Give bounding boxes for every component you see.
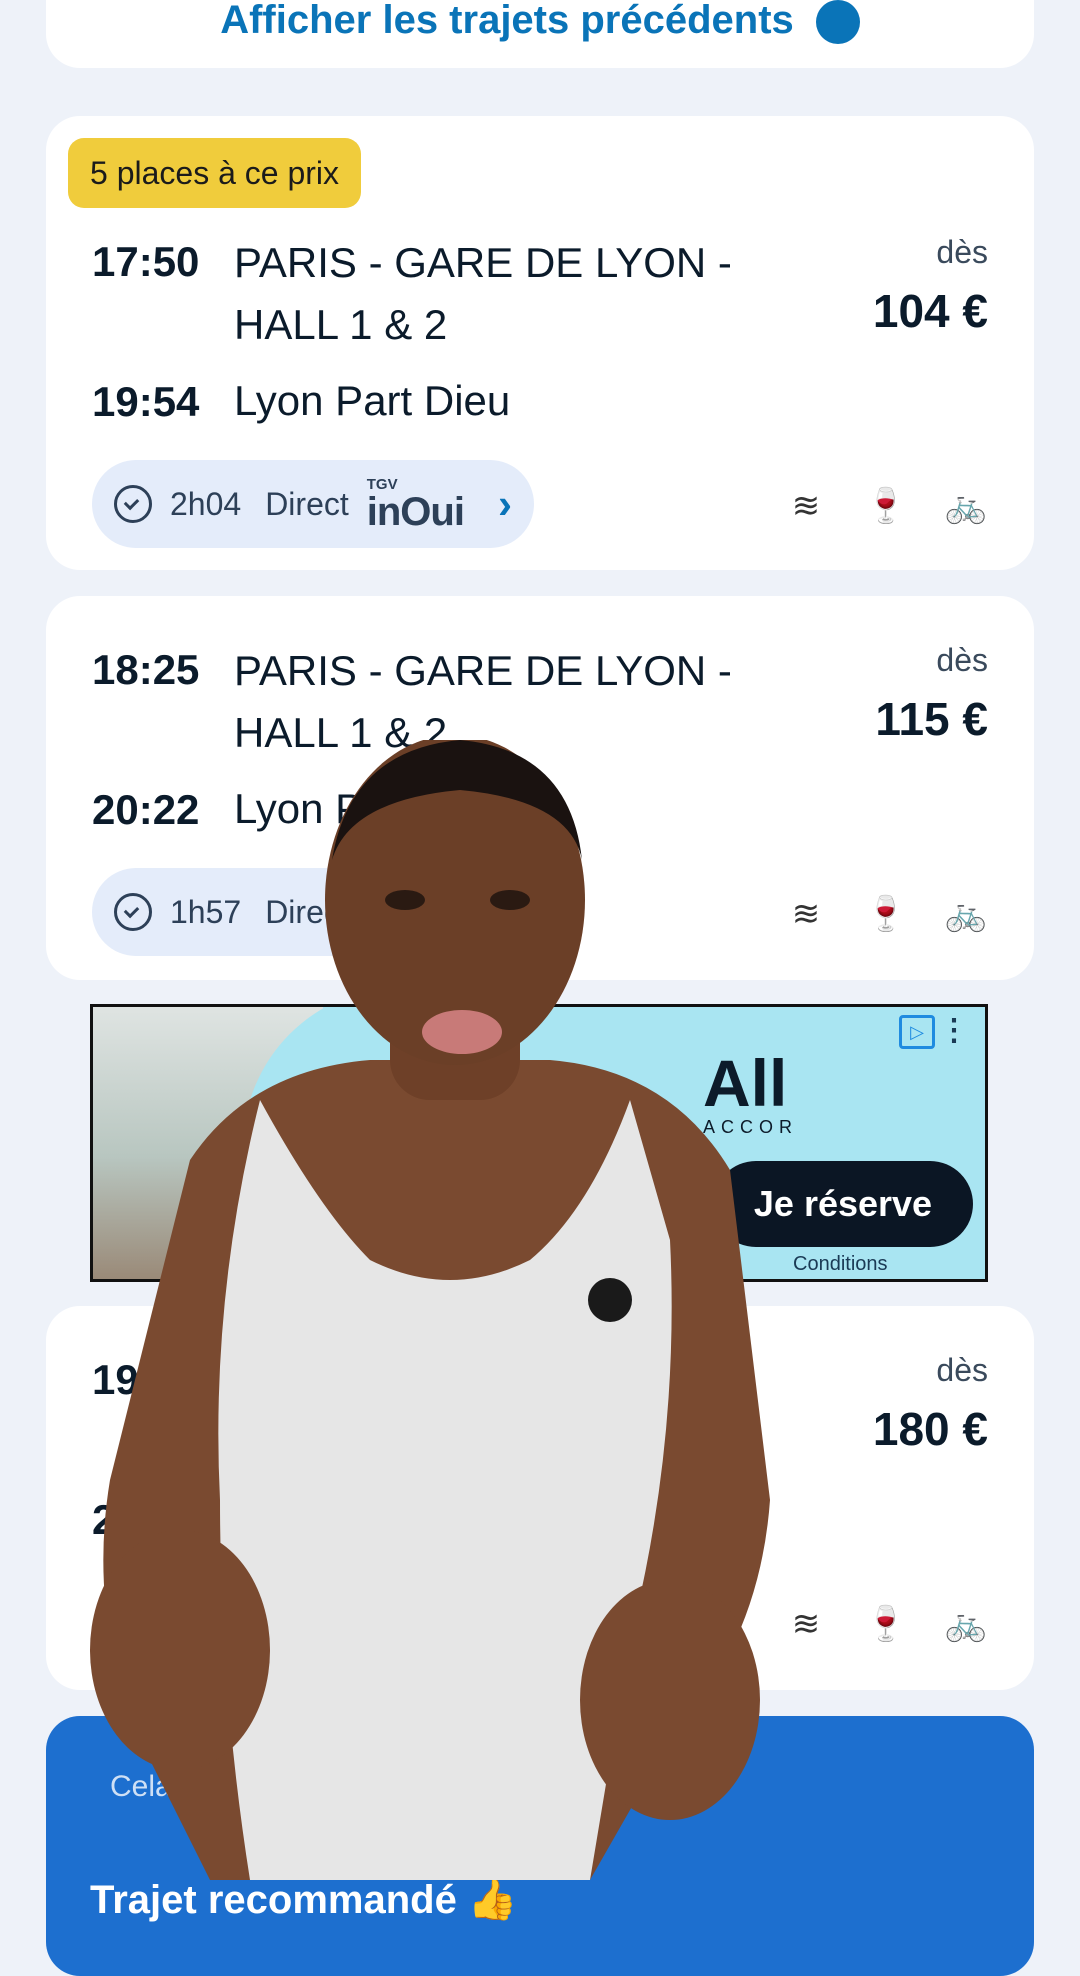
amenities: ≋ 🍷 🚲	[784, 486, 988, 526]
price: 180 €	[872, 1403, 988, 1455]
journey-type: Direct	[265, 485, 349, 522]
journey-type: Direct	[265, 893, 349, 930]
amenities: ≋ 🍷 🚲	[784, 894, 988, 934]
info-icon	[815, 0, 860, 45]
bicycle-icon: 🚲	[944, 487, 988, 525]
clock-icon	[114, 485, 152, 523]
chevron-right-icon: ›	[497, 480, 512, 527]
departure-time: 18:25	[92, 646, 200, 693]
arrival-time: 2(	[92, 1496, 130, 1543]
bicycle-icon: 🚲	[944, 895, 988, 933]
departure-station: PARIS - GARE DE LYON - HALL 1 & 2	[234, 647, 732, 756]
duration: 1h57	[170, 893, 242, 930]
tgv-inoui-logo: TGV inOui	[366, 475, 465, 534]
show-previous-trips-link[interactable]: Afficher les trajets précédents	[46, 0, 1034, 45]
duration: 2h04	[170, 485, 242, 522]
price: 104 €	[872, 285, 988, 337]
bicycle-icon: 🚲	[944, 1605, 988, 1643]
price-prefix: dès	[936, 234, 988, 270]
recommended-title: Trajet recommandé 👍	[90, 1878, 518, 1922]
price: 115 €	[875, 693, 988, 745]
arrival-time: 20:22	[92, 786, 200, 833]
ad-brand-logo: All	[703, 1046, 788, 1120]
ad-conditions-link[interactable]: Conditions	[793, 1253, 888, 1276]
ad-choices-icon[interactable]: ▷	[899, 1015, 935, 1049]
wine-glass-icon: 🍷	[864, 1605, 908, 1643]
previous-trips-card[interactable]: Afficher les trajets précédents	[46, 0, 1034, 68]
arrival-station: Lyon Part D	[234, 785, 455, 832]
wine-glass-icon: 🍷	[864, 487, 908, 525]
advertisement-banner[interactable]: All ACCOR Je réserve Conditions ▷ ⋮	[90, 1004, 988, 1282]
departure-time: 17:50	[92, 238, 200, 285]
wifi-icon: ≋	[791, 487, 821, 525]
journey-details-pill[interactable]: 2h04 Direct TGV inOui ›	[92, 460, 534, 548]
recommended-trip-card[interactable]	[46, 1716, 1034, 1976]
arrival-time: 19:54	[92, 378, 200, 425]
departure-time: 19:0	[92, 1356, 177, 1403]
departure-station: PARIS - GARE DE LYON - HALL 1 & 2	[234, 239, 732, 348]
ad-brand-subtitle: ACCOR	[703, 1117, 799, 1137]
arrival-station: Lyon Part Dieu	[234, 377, 511, 424]
tgv-inoui-logo: TGV in	[366, 883, 402, 942]
journey-card-3[interactable]: 19:0 2( dès 180 € ≋ 🍷 🚲	[46, 1306, 1034, 1690]
clock-icon	[114, 893, 152, 931]
availability-badge: 5 places à ce prix	[68, 138, 362, 208]
wine-glass-icon: 🍷	[864, 895, 908, 933]
journey-details-pill[interactable]: 1h57 Direct TGV in	[92, 868, 423, 956]
wifi-icon: ≋	[791, 895, 821, 933]
price-prefix: dès	[936, 1352, 988, 1388]
journey-card-1[interactable]: 5 places à ce prix 17:50 PARIS - GARE DE…	[46, 116, 1034, 570]
journey-card-2[interactable]: 18:25 PARIS - GARE DE LYON - HALL 1 & 2 …	[46, 596, 1034, 980]
ad-menu-icon[interactable]: ⋮	[939, 1013, 969, 1048]
amenities: ≋ 🍷 🚲	[784, 1604, 988, 1644]
wifi-icon: ≋	[791, 1605, 821, 1643]
recommended-pill: Cela	[110, 1770, 172, 1803]
price-prefix: dès	[936, 642, 988, 678]
ad-book-button[interactable]: Je réserve	[713, 1161, 973, 1247]
